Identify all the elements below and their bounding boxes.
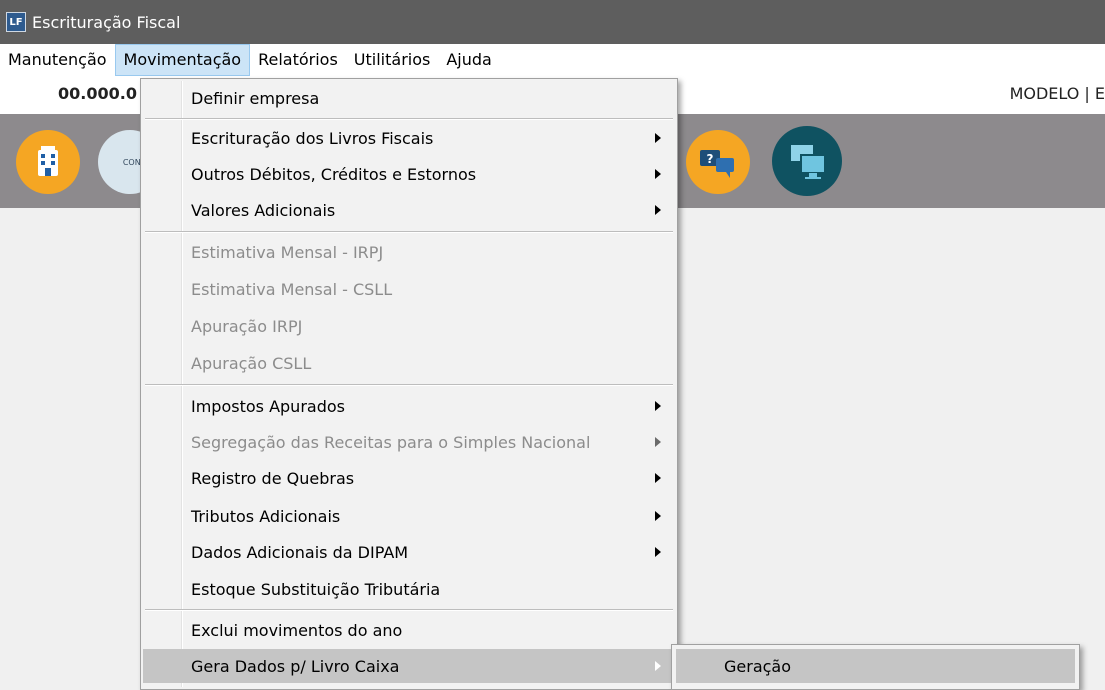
- submenu-arrow-icon: [655, 547, 661, 557]
- help-chat-icon[interactable]: ?: [686, 130, 750, 194]
- submenu-item-label: Geração: [724, 656, 792, 676]
- menu-item-label: Tributos Adicionais: [191, 506, 341, 526]
- movimentacao-dropdown: Definir empresa Escrituração dos Livros …: [140, 78, 678, 690]
- menu-item-outros-debitos[interactable]: Outros Débitos, Créditos e Estornos: [143, 157, 675, 191]
- menu-item-impostos-apurados[interactable]: Impostos Apurados: [143, 389, 675, 423]
- window-title: Escrituração Fiscal: [32, 12, 181, 32]
- app-icon: LF: [6, 12, 26, 32]
- menu-separator: [145, 231, 673, 233]
- submenu-arrow-icon: [655, 511, 661, 521]
- menu-item-label: Outros Débitos, Créditos e Estornos: [191, 164, 477, 184]
- menu-item-segregacao-receitas: Segregação das Receitas para o Simples N…: [143, 425, 675, 459]
- menu-movimentacao[interactable]: Movimentação: [114, 44, 251, 76]
- menu-item-label: Registro de Quebras: [191, 468, 355, 488]
- submenu-arrow-icon: [655, 473, 661, 483]
- menu-item-tributos-adicionais[interactable]: Tributos Adicionais: [143, 499, 675, 533]
- company-building-icon[interactable]: [16, 130, 80, 194]
- menu-item-label: Estimativa Mensal - IRPJ: [191, 242, 384, 262]
- submenu-arrow-icon: [655, 661, 661, 671]
- menu-manutencao[interactable]: Manutenção: [0, 44, 115, 76]
- svg-text:?: ?: [707, 152, 714, 166]
- menu-item-escrituracao-livros[interactable]: Escrituração dos Livros Fiscais: [143, 121, 675, 155]
- menu-separator: [145, 384, 673, 386]
- menu-item-label: Exclui movimentos do ano: [191, 620, 403, 640]
- menu-separator: [145, 118, 673, 120]
- menu-item-label: Dados Adicionais da DIPAM: [191, 542, 409, 562]
- menu-item-label: Impostos Apurados: [191, 396, 345, 416]
- menu-item-valores-adicionais[interactable]: Valores Adicionais: [143, 193, 675, 227]
- menu-item-label: Apuração CSLL: [191, 353, 312, 373]
- menu-separator: [145, 609, 673, 611]
- submenu-arrow-icon: [655, 401, 661, 411]
- menu-utilitarios[interactable]: Utilitários: [346, 44, 439, 76]
- menu-ajuda[interactable]: Ajuda: [438, 44, 500, 76]
- menu-item-dados-dipam[interactable]: Dados Adicionais da DIPAM: [143, 535, 675, 569]
- menu-relatorios[interactable]: Relatórios: [250, 44, 346, 76]
- menu-item-exclui-movimentos[interactable]: Exclui movimentos do ano: [143, 613, 675, 647]
- livro-caixa-submenu: Geração: [671, 644, 1080, 690]
- company-code: 00.000.0: [58, 84, 137, 103]
- menu-item-estimativa-irpj: Estimativa Mensal - IRPJ: [143, 235, 675, 269]
- submenu-arrow-icon: [655, 133, 661, 143]
- model-label: MODELO | E: [1009, 84, 1105, 103]
- menu-item-label: Escrituração dos Livros Fiscais: [191, 128, 434, 148]
- menu-item-label: Estoque Substituição Tributária: [191, 579, 441, 599]
- menu-item-label: Gera Dados p/ Livro Caixa: [191, 656, 400, 676]
- menu-item-definir-empresa[interactable]: Definir empresa: [143, 81, 675, 115]
- submenu-arrow-icon: [655, 205, 661, 215]
- menu-item-estoque-st[interactable]: Estoque Substituição Tributária: [143, 572, 675, 606]
- submenu-item-geracao[interactable]: Geração: [676, 649, 1075, 683]
- title-bar: LF Escrituração Fiscal: [0, 0, 1105, 44]
- menu-item-label: Definir empresa: [191, 88, 320, 108]
- menu-item-estimativa-csll: Estimativa Mensal - CSLL: [143, 272, 675, 306]
- menu-item-gera-livro-caixa[interactable]: Gera Dados p/ Livro Caixa: [143, 649, 675, 683]
- menu-bar: Manutenção Movimentação Relatórios Utili…: [0, 44, 1105, 76]
- submenu-arrow-icon: [655, 169, 661, 179]
- submenu-arrow-icon: [655, 437, 661, 447]
- menu-item-apuracao-csll: Apuração CSLL: [143, 346, 675, 380]
- menu-item-label: Valores Adicionais: [191, 200, 336, 220]
- remote-screens-icon[interactable]: [772, 126, 842, 196]
- menu-item-apuracao-irpj: Apuração IRPJ: [143, 309, 675, 343]
- menu-item-label: Apuração IRPJ: [191, 316, 303, 336]
- menu-item-label: Estimativa Mensal - CSLL: [191, 279, 393, 299]
- menu-item-registro-quebras[interactable]: Registro de Quebras: [143, 461, 675, 495]
- menu-item-label: Segregação das Receitas para o Simples N…: [191, 432, 591, 452]
